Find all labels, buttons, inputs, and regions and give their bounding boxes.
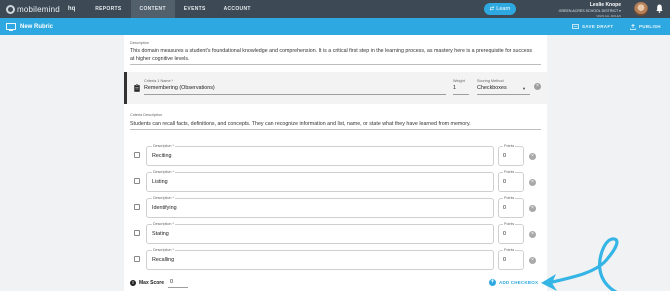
logo-text: mobilemind <box>17 4 60 14</box>
checkbox-row: Description * Stating Points 0 × <box>124 221 547 245</box>
bell-icon[interactable] <box>656 4 663 13</box>
points-field-label: Points <box>503 248 516 252</box>
criteria-name-underline <box>144 94 446 95</box>
points-field[interactable]: Points 0 <box>498 248 524 270</box>
save-icon <box>572 24 579 29</box>
points-field[interactable]: Points 0 <box>498 144 524 166</box>
learn-button[interactable]: ⇄ Learn <box>484 3 516 15</box>
remove-icon[interactable]: × <box>529 205 536 212</box>
points-field-label: Points <box>503 196 516 200</box>
max-score-label: Max Score <box>139 280 165 286</box>
weight-underline <box>453 94 469 95</box>
description-field-value: Identifying <box>152 205 177 211</box>
logo[interactable]: mobilemind <box>6 0 60 18</box>
points-field-value: 0 <box>503 257 506 263</box>
criteria-description-field[interactable]: Students can recall facts, definitions, … <box>130 121 471 127</box>
publish-label: PUBLISH <box>639 24 661 29</box>
nav-item-account[interactable]: ACCOUNT <box>215 0 260 18</box>
remove-icon[interactable]: × <box>529 179 536 186</box>
description-field-label: Description * <box>152 248 175 252</box>
checkbox-description-field[interactable]: Description * Identifying <box>146 196 494 218</box>
checkbox[interactable] <box>134 230 140 236</box>
criteria-description-underline <box>130 129 541 130</box>
criteria-name-label: Criteria 1 Name * <box>144 79 174 83</box>
save-draft-button[interactable]: SAVE DRAFT <box>572 18 613 35</box>
description-field-label: Description * <box>152 196 175 200</box>
learn-icon: ⇄ <box>489 6 495 12</box>
max-score-value: 0 <box>170 279 173 285</box>
description-field-value: Stating <box>152 231 169 237</box>
remove-icon[interactable]: × <box>529 231 536 238</box>
nav-item-content[interactable]: CONTENT <box>130 0 175 18</box>
save-draft-label: SAVE DRAFT <box>582 24 614 29</box>
checkbox-row: Description * Identifying Points 0 × <box>124 195 547 219</box>
remove-criteria-icon[interactable]: × <box>534 83 541 90</box>
nav-items: REPORTS CONTENT EVENTS ACCOUNT <box>86 0 259 18</box>
checkbox[interactable] <box>134 178 140 184</box>
user-info[interactable]: Leslie Knope GREEN ACRES SCHOOL DISTRICT… <box>559 2 621 18</box>
rubric-icon <box>6 22 16 31</box>
points-field-label: Points <box>503 144 516 148</box>
description-field-label: Description * <box>152 222 175 226</box>
checkbox-description-field[interactable]: Description * Listing <box>146 170 494 192</box>
checkbox[interactable] <box>134 256 140 262</box>
max-score-underline <box>168 287 188 288</box>
user-district: GREEN ACRES SCHOOL DISTRICT ▾ <box>558 9 621 13</box>
checkbox[interactable] <box>134 152 140 158</box>
scoring-method-select[interactable]: Checkboxes <box>477 85 507 91</box>
points-field-value: 0 <box>503 153 506 159</box>
add-icon: + <box>489 279 496 286</box>
points-field-value: 0 <box>503 205 506 211</box>
criteria-description-label: Criteria Description <box>130 113 163 117</box>
remove-icon[interactable]: × <box>529 153 536 160</box>
publish-button[interactable]: PUBLISH <box>630 18 661 35</box>
description-field-label: Description * <box>152 170 175 174</box>
checkbox-description-field[interactable]: Description * Stating <box>146 222 494 244</box>
description-field-label: Description * <box>152 144 175 148</box>
publish-icon <box>630 23 636 30</box>
user-name: Leslie Knope <box>589 2 621 8</box>
description-field-value: Listing <box>152 179 168 185</box>
page-header: New Rubric <box>0 18 670 35</box>
scoring-method-underline <box>477 94 530 95</box>
page-title: New Rubric <box>20 23 54 30</box>
checkbox-row: Description * Recalling Points 0 × <box>124 247 547 271</box>
points-field-label: Points <box>503 170 516 174</box>
learn-label: Learn <box>496 6 511 12</box>
nav-item-reports[interactable]: REPORTS <box>86 0 130 18</box>
criteria-header: Criteria 1 Name * Remembering (Observati… <box>124 72 547 104</box>
hq-label: hq <box>67 6 76 12</box>
points-field[interactable]: Points 0 <box>498 170 524 192</box>
checkbox[interactable] <box>134 204 140 210</box>
add-checkbox-label: ADD CHECKBOX <box>499 280 539 285</box>
chevron-down-icon[interactable]: ▼ <box>522 86 526 91</box>
nav-item-events[interactable]: EVENTS <box>175 0 215 18</box>
info-icon[interactable]: ! <box>130 280 136 286</box>
remove-icon[interactable]: × <box>529 257 536 264</box>
checkbox-row: Description * Listing Points 0 × <box>124 169 547 193</box>
points-field[interactable]: Points 0 <box>498 196 524 218</box>
scoring-method-label: Scoring Method <box>477 79 504 83</box>
description-label: Description <box>130 41 149 45</box>
add-checkbox-button[interactable]: + ADD CHECKBOX <box>489 279 538 286</box>
logo-icon <box>6 4 15 14</box>
checkbox-description-field[interactable]: Description * Reciting <box>146 144 494 166</box>
weight-input[interactable]: 1 <box>453 85 456 91</box>
description-field-value: Recalling <box>152 257 175 263</box>
points-field-value: 0 <box>503 231 506 237</box>
description-field-value: Reciting <box>152 153 172 159</box>
checkbox-row: Description * Reciting Points 0 × <box>124 143 547 167</box>
weight-label: Weight <box>453 79 465 83</box>
description-underline <box>130 64 541 65</box>
points-field-label: Points <box>503 222 516 226</box>
rubric-form: Description This domain measures a stude… <box>124 35 547 291</box>
checkbox-description-field[interactable]: Description * Recalling <box>146 248 494 270</box>
avatar[interactable] <box>634 2 648 16</box>
points-field-value: 0 <box>503 179 506 185</box>
description-field[interactable]: This domain measures a student's foundat… <box>130 47 535 63</box>
points-field[interactable]: Points 0 <box>498 222 524 244</box>
criteria-name-input[interactable]: Remembering (Observations) <box>144 85 215 91</box>
clipboard-icon[interactable] <box>134 84 140 92</box>
